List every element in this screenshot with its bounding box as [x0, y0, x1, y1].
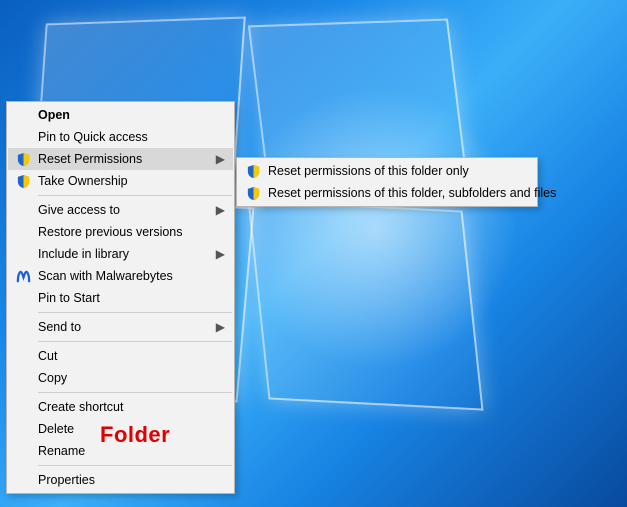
menu-item-open[interactable]: Open	[8, 104, 233, 126]
submenu-arrow-icon: ▶	[216, 203, 225, 217]
menu-item-reset-permissions[interactable]: Reset Permissions ▶	[8, 148, 233, 170]
menu-item-label: Send to	[38, 320, 81, 334]
annotation-folder-label: Folder	[100, 422, 170, 448]
menu-item-label: Restore previous versions	[38, 225, 183, 239]
menu-item-properties[interactable]: Properties	[8, 469, 233, 491]
menu-item-scan-malwarebytes[interactable]: Scan with Malwarebytes	[8, 265, 233, 287]
menu-separator	[38, 312, 232, 313]
menu-item-label: Reset Permissions	[38, 152, 142, 166]
menu-item-label: Scan with Malwarebytes	[38, 269, 173, 283]
menu-item-label: Create shortcut	[38, 400, 123, 414]
submenu-arrow-icon: ▶	[216, 247, 225, 261]
menu-item-pin-to-start[interactable]: Pin to Start	[8, 287, 233, 309]
shield-icon	[244, 184, 262, 202]
menu-item-label: Reset permissions of this folder, subfol…	[268, 186, 556, 200]
menu-item-restore-previous-versions[interactable]: Restore previous versions	[8, 221, 233, 243]
submenu-arrow-icon: ▶	[216, 320, 225, 334]
menu-separator	[38, 195, 232, 196]
submenu-item-folder-sub-files[interactable]: Reset permissions of this folder, subfol…	[238, 182, 536, 204]
menu-item-label: Include in library	[38, 247, 129, 261]
menu-item-give-access-to[interactable]: Give access to ▶	[8, 199, 233, 221]
menu-item-label: Delete	[38, 422, 74, 436]
menu-item-label: Take Ownership	[38, 174, 128, 188]
menu-item-label: Copy	[38, 371, 67, 385]
menu-separator	[38, 392, 232, 393]
menu-item-include-in-library[interactable]: Include in library ▶	[8, 243, 233, 265]
menu-item-cut[interactable]: Cut	[8, 345, 233, 367]
context-submenu-reset-permissions: Reset permissions of this folder only Re…	[236, 157, 538, 207]
menu-item-pin-quick-access[interactable]: Pin to Quick access	[8, 126, 233, 148]
malwarebytes-icon	[14, 267, 32, 285]
submenu-item-folder-only[interactable]: Reset permissions of this folder only	[238, 160, 536, 182]
menu-item-label: Pin to Start	[38, 291, 100, 305]
menu-item-label: Properties	[38, 473, 95, 487]
menu-item-create-shortcut[interactable]: Create shortcut	[8, 396, 233, 418]
menu-item-label: Cut	[38, 349, 57, 363]
menu-item-copy[interactable]: Copy	[8, 367, 233, 389]
menu-item-label: Open	[38, 108, 70, 122]
menu-item-label: Pin to Quick access	[38, 130, 148, 144]
menu-item-take-ownership[interactable]: Take Ownership	[8, 170, 233, 192]
menu-separator	[38, 341, 232, 342]
menu-item-label: Rename	[38, 444, 85, 458]
shield-icon	[14, 172, 32, 190]
menu-separator	[38, 465, 232, 466]
submenu-arrow-icon: ▶	[216, 152, 225, 166]
menu-item-label: Reset permissions of this folder only	[268, 164, 469, 178]
menu-item-send-to[interactable]: Send to ▶	[8, 316, 233, 338]
menu-item-label: Give access to	[38, 203, 120, 217]
shield-icon	[244, 162, 262, 180]
shield-icon	[14, 150, 32, 168]
